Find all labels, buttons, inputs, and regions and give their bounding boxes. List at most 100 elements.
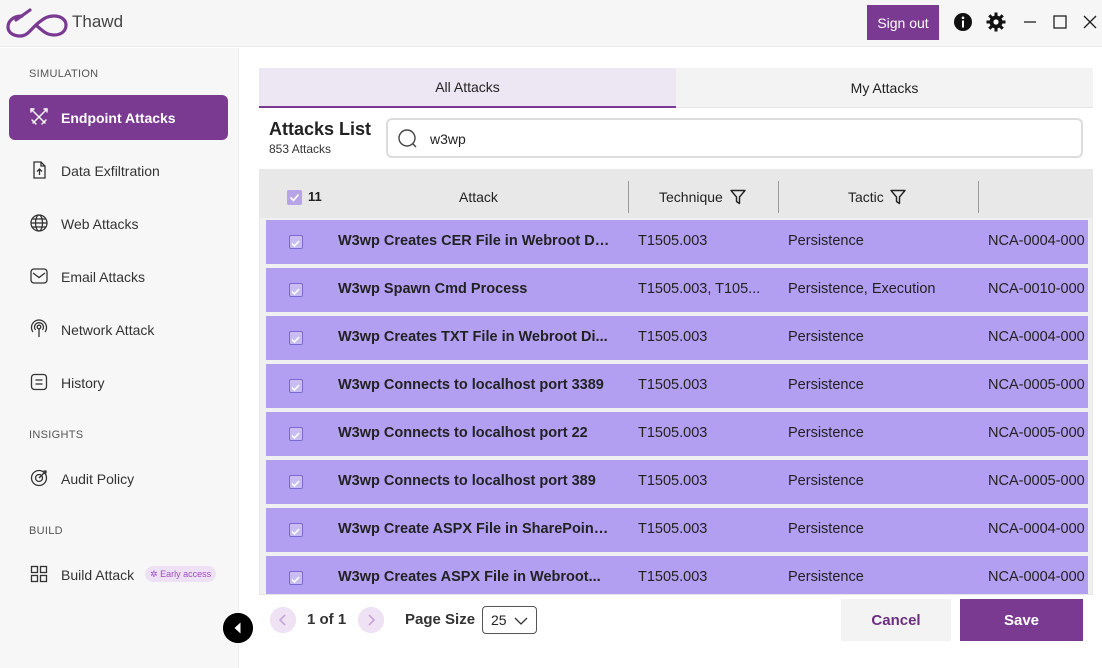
check-icon [291, 480, 300, 488]
tab-my-attacks[interactable]: My Attacks [676, 68, 1093, 108]
row-checkbox[interactable] [289, 331, 303, 345]
list-icon [30, 373, 48, 391]
tab-all-attacks[interactable]: All Attacks [259, 68, 676, 108]
column-divider[interactable] [978, 181, 979, 213]
row-checkbox[interactable] [289, 379, 303, 393]
infinity-logo-icon [6, 8, 68, 38]
tactic-cell: Persistence [788, 377, 864, 393]
filter-icon[interactable] [890, 189, 906, 205]
row-checkbox[interactable] [289, 283, 303, 297]
sidebar-item-label: Web Attacks [61, 215, 139, 232]
filter-icon[interactable] [730, 189, 746, 205]
check-icon [291, 240, 300, 248]
page-size-label: Page Size [405, 611, 476, 628]
attack-id-cell: NCA-0010-000 [988, 281, 1085, 297]
section-title-insights: INSIGHTS [29, 429, 84, 441]
technique-cell: T1505.003, T105... [638, 281, 761, 297]
sidebar-item-email-attacks[interactable]: Email Attacks [9, 254, 228, 299]
tactic-cell: Persistence [788, 233, 864, 249]
section-title-simulation: SIMULATION [29, 68, 99, 80]
row-checkbox[interactable] [289, 235, 303, 249]
table-header: 11 Attack Technique Tactic [260, 170, 1092, 218]
row-checkbox[interactable] [289, 427, 303, 441]
sign-out-button[interactable]: Sign out [867, 5, 939, 40]
selected-count: 11 [308, 189, 322, 204]
check-icon [291, 576, 300, 584]
title-bar: Thawd Sign out [0, 0, 1102, 47]
technique-cell: T1505.003 [638, 425, 708, 441]
tactic-cell: Persistence [788, 521, 864, 537]
attack-name: W3wp Creates CER File in Webroot Di... [338, 233, 610, 249]
sidebar-item-build-attack[interactable]: Build Attack ✲ Early access [9, 552, 228, 597]
check-icon [291, 288, 300, 296]
column-divider[interactable] [628, 181, 629, 213]
table-row[interactable]: W3wp Creates TXT File in Webroot Di... T… [266, 316, 1088, 360]
tactic-cell: Persistence [788, 329, 864, 345]
row-checkbox[interactable] [289, 571, 303, 585]
attack-id-cell: NCA-0004-000 [988, 329, 1085, 345]
column-header-attack[interactable]: Attack [459, 189, 498, 205]
gear-icon[interactable] [985, 11, 1007, 33]
cancel-button[interactable]: Cancel [841, 599, 951, 641]
sidebar-item-data-exfiltration[interactable]: Data Exfiltration [9, 148, 228, 193]
attack-name: W3wp Create ASPX File in SharePoint... [338, 521, 610, 537]
globe-icon [30, 214, 48, 232]
table-row[interactable]: W3wp Creates ASPX File in Webroot... T15… [266, 556, 1088, 594]
search-input[interactable] [430, 129, 1030, 149]
sidebar-item-audit-policy[interactable]: Audit Policy [9, 456, 228, 501]
sidebar-item-endpoint-attacks[interactable]: Endpoint Attacks [9, 95, 228, 140]
column-header-technique[interactable]: Technique [659, 189, 723, 205]
tactic-cell: Persistence, Execution [788, 281, 936, 297]
attacks-table: 11 Attack Technique Tactic W3wp Creates … [259, 169, 1093, 595]
sidebar-item-web-attacks[interactable]: Web Attacks [9, 201, 228, 246]
sidebar-item-label: Data Exfiltration [61, 162, 160, 179]
technique-cell: T1505.003 [638, 233, 708, 249]
check-icon [291, 432, 300, 440]
page-size-select[interactable]: 25 [482, 606, 537, 634]
file-upload-icon [33, 161, 46, 179]
attack-id-cell: NCA-0005-000 [988, 425, 1085, 441]
minimize-icon[interactable] [1020, 12, 1040, 32]
collapse-sidebar-button[interactable] [223, 613, 253, 643]
info-icon[interactable] [952, 11, 974, 33]
attack-name: W3wp Creates ASPX File in Webroot... [338, 569, 601, 585]
swords-icon [30, 108, 48, 125]
prev-page-button[interactable] [270, 607, 296, 633]
column-divider[interactable] [778, 181, 779, 213]
attack-id-cell: NCA-0005-000 [988, 377, 1085, 393]
attack-name: W3wp Spawn Cmd Process [338, 281, 528, 297]
sidebar-item-label: Build Attack [61, 566, 135, 583]
table-row[interactable]: W3wp Connects to localhost port 389 T150… [266, 460, 1088, 504]
table-row[interactable]: W3wp Spawn Cmd Process T1505.003, T105..… [266, 268, 1088, 312]
app-name: Thawd [72, 12, 124, 31]
attack-id-cell: NCA-0004-000 [988, 233, 1085, 249]
save-button[interactable]: Save [960, 599, 1083, 641]
section-title-build: BUILD [29, 525, 63, 537]
early-access-badge: ✲ Early access [145, 566, 217, 582]
sidebar: SIMULATION Endpoint Attacks Data Exfiltr… [0, 48, 239, 668]
search-box[interactable] [386, 118, 1083, 158]
technique-cell: T1505.003 [638, 521, 708, 537]
attack-id-cell: NCA-0004-000 [988, 569, 1085, 585]
target-icon [30, 469, 48, 487]
broadcast-icon [30, 319, 48, 337]
maximize-icon[interactable] [1050, 12, 1070, 32]
next-page-button[interactable] [358, 607, 384, 633]
select-all-checkbox[interactable] [287, 190, 302, 205]
row-checkbox[interactable] [289, 523, 303, 537]
table-row[interactable]: W3wp Creates CER File in Webroot Di... T… [266, 220, 1088, 264]
grid-icon [30, 565, 48, 583]
sidebar-item-history[interactable]: History [9, 360, 228, 405]
column-header-tactic[interactable]: Tactic [848, 189, 884, 205]
close-icon[interactable] [1080, 12, 1100, 32]
table-row[interactable]: W3wp Connects to localhost port 22 T1505… [266, 412, 1088, 456]
technique-cell: T1505.003 [638, 473, 708, 489]
sidebar-item-network-attack[interactable]: Network Attack [9, 307, 228, 352]
attack-name: W3wp Connects to localhost port 389 [338, 473, 596, 489]
attack-id-cell: NCA-0004-000 [988, 521, 1085, 537]
table-row[interactable]: W3wp Create ASPX File in SharePoint... T… [266, 508, 1088, 552]
check-icon [291, 528, 300, 536]
row-checkbox[interactable] [289, 475, 303, 489]
table-row[interactable]: W3wp Connects to localhost port 3389 T15… [266, 364, 1088, 408]
check-icon [291, 336, 300, 344]
